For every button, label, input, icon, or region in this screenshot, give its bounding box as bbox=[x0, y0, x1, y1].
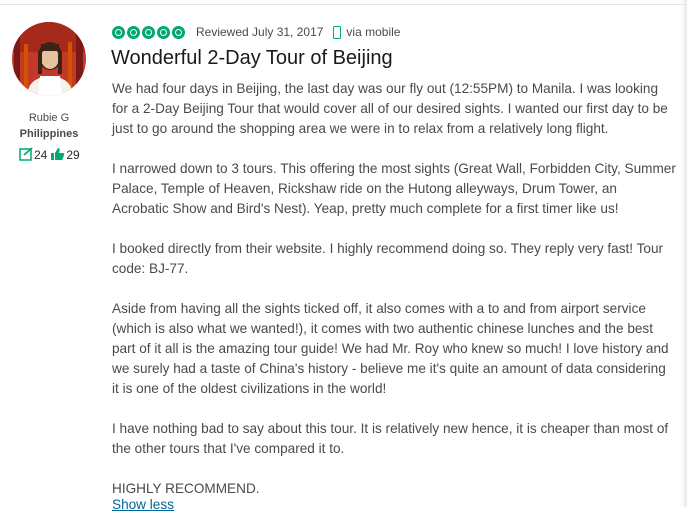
review-paragraph: HIGHLY RECOMMEND. bbox=[112, 481, 260, 496]
review-count-icon bbox=[19, 146, 34, 164]
helpful-votes-count: 29 bbox=[66, 148, 80, 162]
reviewer-stats: 24 29 bbox=[19, 146, 83, 164]
review-paragraph: I narrowed down to 3 tours. This offerin… bbox=[112, 161, 676, 216]
review-count-badge[interactable]: 24 bbox=[19, 146, 48, 164]
top-divider bbox=[0, 4, 687, 5]
thumbs-up-icon bbox=[50, 147, 66, 164]
review-body: We had four days in Beijing, the last da… bbox=[112, 79, 676, 519]
review-date: Reviewed July 31, 2017 bbox=[196, 25, 324, 39]
review-meta: Reviewed July 31, 2017 via mobile bbox=[112, 23, 400, 41]
avatar[interactable] bbox=[12, 22, 86, 96]
show-less-link[interactable]: Show less bbox=[112, 497, 174, 512]
rating-bubble-icon bbox=[172, 25, 185, 39]
helpful-votes-badge[interactable]: 29 bbox=[50, 147, 80, 164]
reviewer-location: Philippines bbox=[19, 128, 79, 140]
via-mobile: via mobile bbox=[333, 25, 400, 39]
via-mobile-label: via mobile bbox=[346, 25, 401, 39]
review-paragraph: Aside from having all the sights ticked … bbox=[112, 301, 669, 396]
rating-bubble-icon bbox=[127, 25, 140, 39]
review-paragraph: I have nothing bad to say about this tou… bbox=[112, 421, 669, 456]
review-paragraph: I booked directly from their website. I … bbox=[112, 241, 664, 276]
rating-bubble-icon bbox=[157, 25, 170, 39]
review-paragraph: We had four days in Beijing, the last da… bbox=[112, 81, 668, 136]
rating-bubble-icon bbox=[112, 25, 125, 39]
review-title[interactable]: Wonderful 2-Day Tour of Beijing bbox=[111, 47, 393, 70]
mobile-phone-icon bbox=[333, 25, 342, 39]
scroll-edge-shadow bbox=[681, 0, 687, 507]
rating-bubbles bbox=[112, 25, 187, 39]
rating-bubble-icon bbox=[142, 25, 155, 39]
reviewer-name[interactable]: Rubie G bbox=[0, 112, 98, 124]
review-count: 24 bbox=[34, 148, 48, 162]
